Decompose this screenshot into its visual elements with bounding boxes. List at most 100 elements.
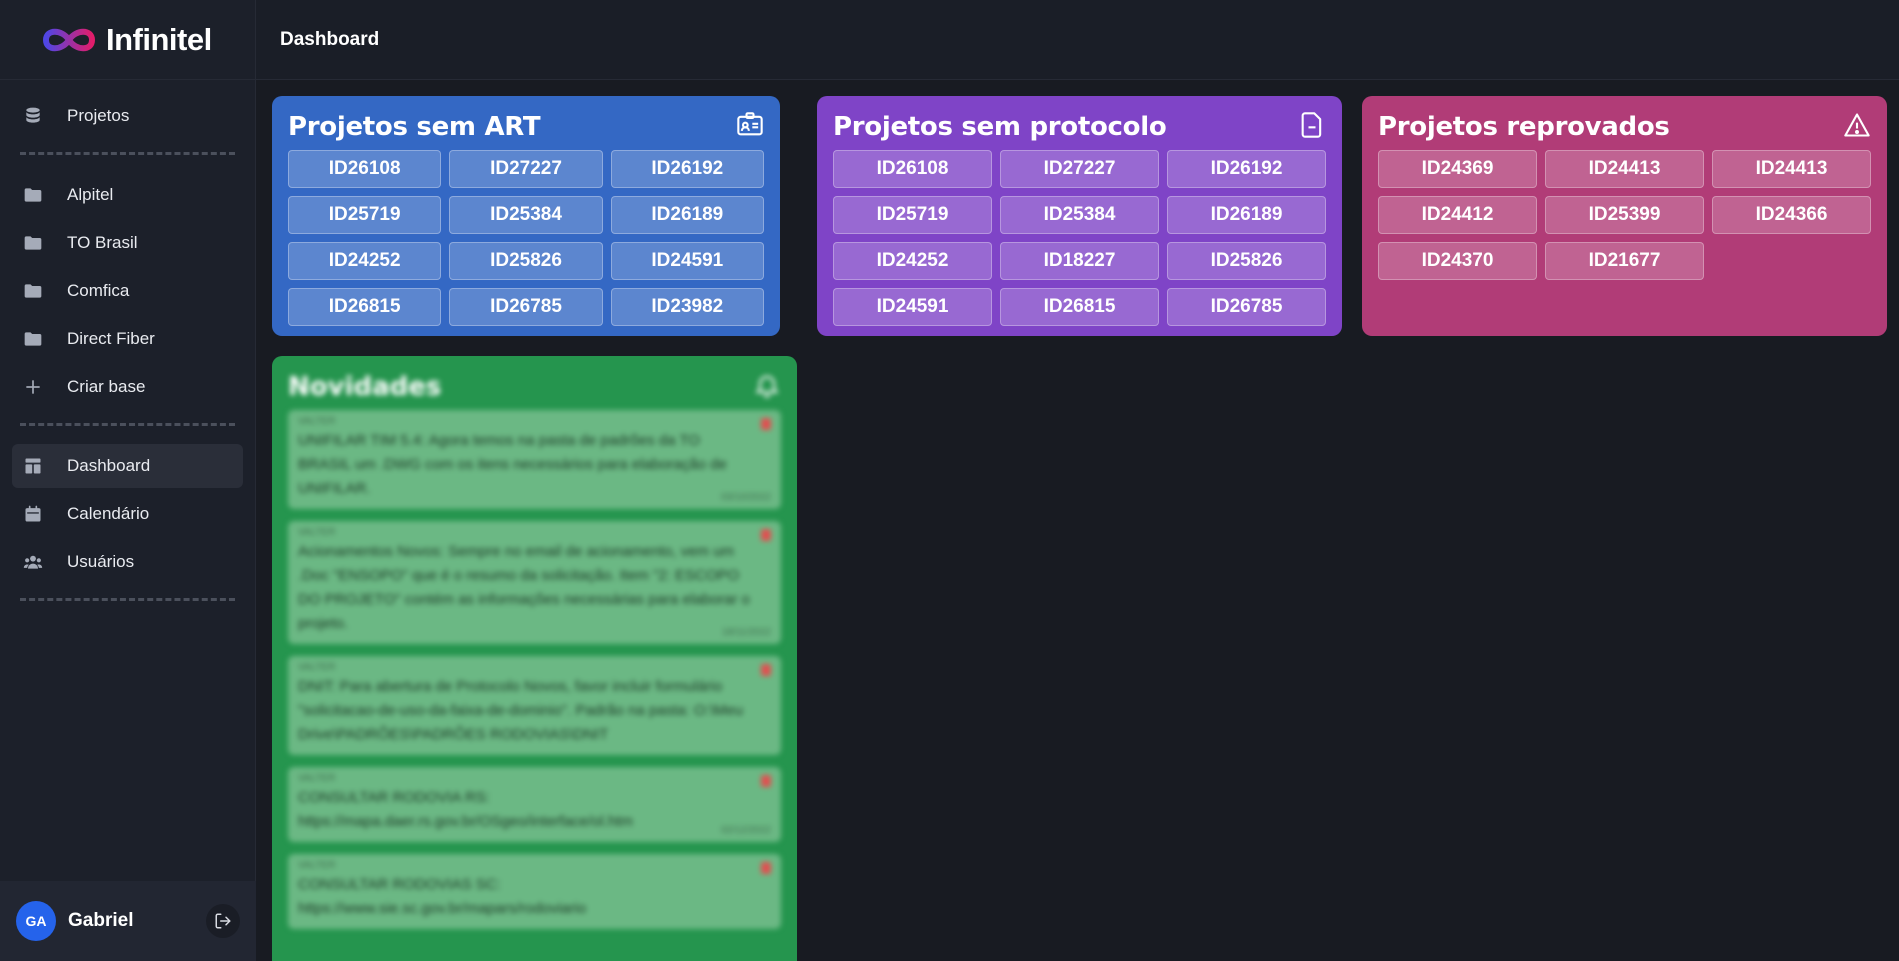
page-title: Dashboard xyxy=(280,28,380,50)
sidebar-item-projetos[interactable]: Projetos xyxy=(12,94,243,138)
project-id-chip[interactable]: ID26108 xyxy=(288,150,442,188)
news-item[interactable]: VALTER CONSULTAR RODOVIAS SC: https://ww… xyxy=(288,854,781,929)
news-author: VALTER xyxy=(298,527,336,538)
news-author: VALTER xyxy=(298,773,336,784)
project-id-chip[interactable]: ID24252 xyxy=(288,242,442,280)
project-id-chip[interactable]: ID26189 xyxy=(610,196,764,234)
project-id-chip[interactable]: ID25826 xyxy=(449,242,603,280)
sidebar-item-label: TO Brasil xyxy=(67,233,138,252)
project-id-chip[interactable]: ID21677 xyxy=(1545,242,1704,280)
sidebar-item-criar-base[interactable]: Criar base xyxy=(12,365,243,409)
news-text: CONSULTAR RODOVIAS SC: https://www.sie.s… xyxy=(298,876,587,917)
news-date: 18/11/2022 xyxy=(721,627,771,638)
sidebar: Infinitel Projetos Alpitel TO Brasil Com… xyxy=(0,0,256,961)
trash-icon[interactable] xyxy=(761,775,771,787)
news-text: CONSULTAR RODOVIA RS: https://mapa.daer.… xyxy=(298,789,633,830)
project-id-chip[interactable]: ID24591 xyxy=(610,242,764,280)
sidebar-item-label: Dashboard xyxy=(67,456,151,475)
project-id-chip[interactable]: ID26189 xyxy=(1167,196,1326,234)
sidebar-divider xyxy=(20,423,235,426)
news-item[interactable]: VALTER UNIFILAR TIM 5.4: Agora temos na … xyxy=(288,410,781,509)
project-id-chip[interactable]: ID26785 xyxy=(1167,288,1326,326)
id-grid: ID24369 ID24413 ID24413 ID24412 ID25399 … xyxy=(1378,150,1871,280)
trash-icon[interactable] xyxy=(761,862,771,874)
topbar: Dashboard xyxy=(256,0,1899,80)
logout-icon xyxy=(215,913,231,929)
project-id-chip[interactable]: ID26785 xyxy=(449,288,603,326)
news-date: 03/10/2022 xyxy=(720,492,771,503)
project-id-chip[interactable]: ID26192 xyxy=(1167,150,1326,188)
sidebar-item-label: Comfica xyxy=(67,281,130,300)
project-id-chip[interactable]: ID27227 xyxy=(1000,150,1159,188)
project-id-chip[interactable]: ID24369 xyxy=(1378,150,1537,188)
logout-button[interactable] xyxy=(206,904,240,938)
news-item[interactable]: VALTER DNIT: Para abertura de Protocolo … xyxy=(288,656,781,755)
project-id-chip[interactable]: ID26192 xyxy=(610,150,764,188)
news-author: VALTER xyxy=(298,860,336,871)
brand[interactable]: Infinitel xyxy=(0,0,255,80)
sidebar-item-label: Projetos xyxy=(67,106,130,125)
project-id-chip[interactable]: ID24370 xyxy=(1378,242,1537,280)
project-id-chip[interactable]: ID24591 xyxy=(833,288,992,326)
sidebar-item-to-brasil[interactable]: TO Brasil xyxy=(12,221,243,265)
id-card-icon xyxy=(736,111,764,144)
sidebar-item-comfica[interactable]: Comfica xyxy=(12,269,243,313)
sidebar-item-label: Calendário xyxy=(67,504,150,523)
sidebar-item-dashboard[interactable]: Dashboard xyxy=(12,444,243,488)
infinity-logo-icon xyxy=(42,28,96,51)
project-id-chip[interactable]: ID26815 xyxy=(1000,288,1159,326)
sidebar-nav: Projetos Alpitel TO Brasil Comfica Direc… xyxy=(0,80,255,601)
users-icon xyxy=(22,551,44,573)
folder-icon xyxy=(22,328,44,350)
card-title: Projetos sem ART xyxy=(288,112,541,142)
project-id-chip[interactable]: ID25399 xyxy=(1545,196,1704,234)
project-id-chip[interactable]: ID24366 xyxy=(1712,196,1871,234)
sidebar-item-alpitel[interactable]: Alpitel xyxy=(12,173,243,217)
project-id-chip[interactable]: ID26108 xyxy=(833,150,992,188)
project-id-chip[interactable]: ID18227 xyxy=(1000,242,1159,280)
news-text: UNIFILAR TIM 5.4: Agora temos na pasta d… xyxy=(298,432,727,497)
news-author: VALTER xyxy=(298,416,336,427)
project-id-chip[interactable]: ID25826 xyxy=(1167,242,1326,280)
sidebar-item-calendario[interactable]: Calendário xyxy=(12,492,243,536)
card-projetos-sem-protocolo: Projetos sem protocolo ID26108 ID27227 I… xyxy=(817,96,1342,336)
news-text: DNIT: Para abertura de Protocolo Novos, … xyxy=(298,678,744,743)
project-id-chip[interactable]: ID24413 xyxy=(1545,150,1704,188)
sidebar-divider xyxy=(20,152,235,155)
sidebar-item-label: Direct Fiber xyxy=(67,329,155,348)
card-title: Projetos reprovados xyxy=(1378,112,1670,142)
trash-icon[interactable] xyxy=(761,664,771,676)
card-novidades: Novidades VALTER UNIFILAR TIM 5.4: Agora… xyxy=(272,356,797,961)
news-item[interactable]: VALTER Acionamentos Novos: Sempre no ema… xyxy=(288,521,781,644)
project-id-chip[interactable]: ID24412 xyxy=(1378,196,1537,234)
project-id-chip[interactable]: ID27227 xyxy=(449,150,603,188)
sidebar-item-direct-fiber[interactable]: Direct Fiber xyxy=(12,317,243,361)
sidebar-item-label: Alpitel xyxy=(67,185,114,204)
database-icon xyxy=(22,105,44,127)
news-author: VALTER xyxy=(298,662,336,673)
layout-icon xyxy=(22,455,44,477)
card-projetos-sem-art: Projetos sem ART ID26108 ID27227 ID26192… xyxy=(272,96,780,336)
trash-icon[interactable] xyxy=(761,529,771,541)
project-id-chip[interactable]: ID25719 xyxy=(288,196,442,234)
trash-icon[interactable] xyxy=(761,418,771,430)
calendar-icon xyxy=(22,503,44,525)
user-bar: GA Gabriel xyxy=(0,881,256,961)
document-icon xyxy=(1298,111,1326,144)
project-id-chip[interactable]: ID24252 xyxy=(833,242,992,280)
card-projetos-reprovados: Projetos reprovados ID24369 ID24413 ID24… xyxy=(1362,96,1887,336)
sidebar-item-usuarios[interactable]: Usuários xyxy=(12,540,243,584)
avatar[interactable]: GA xyxy=(16,901,56,941)
folder-icon xyxy=(22,280,44,302)
warning-icon xyxy=(1843,111,1871,144)
project-id-chip[interactable]: ID23982 xyxy=(610,288,764,326)
project-id-chip[interactable]: ID24413 xyxy=(1712,150,1871,188)
news-item[interactable]: VALTER CONSULTAR RODOVIA RS: https://map… xyxy=(288,767,781,842)
project-id-chip[interactable]: ID25719 xyxy=(833,196,992,234)
project-id-chip[interactable]: ID26815 xyxy=(288,288,442,326)
news-date: 02/12/2022 xyxy=(720,825,771,836)
card-title: Projetos sem protocolo xyxy=(833,112,1167,142)
id-grid: ID26108 ID27227 ID26192 ID25719 ID25384 … xyxy=(288,150,764,326)
project-id-chip[interactable]: ID25384 xyxy=(1000,196,1159,234)
project-id-chip[interactable]: ID25384 xyxy=(449,196,603,234)
